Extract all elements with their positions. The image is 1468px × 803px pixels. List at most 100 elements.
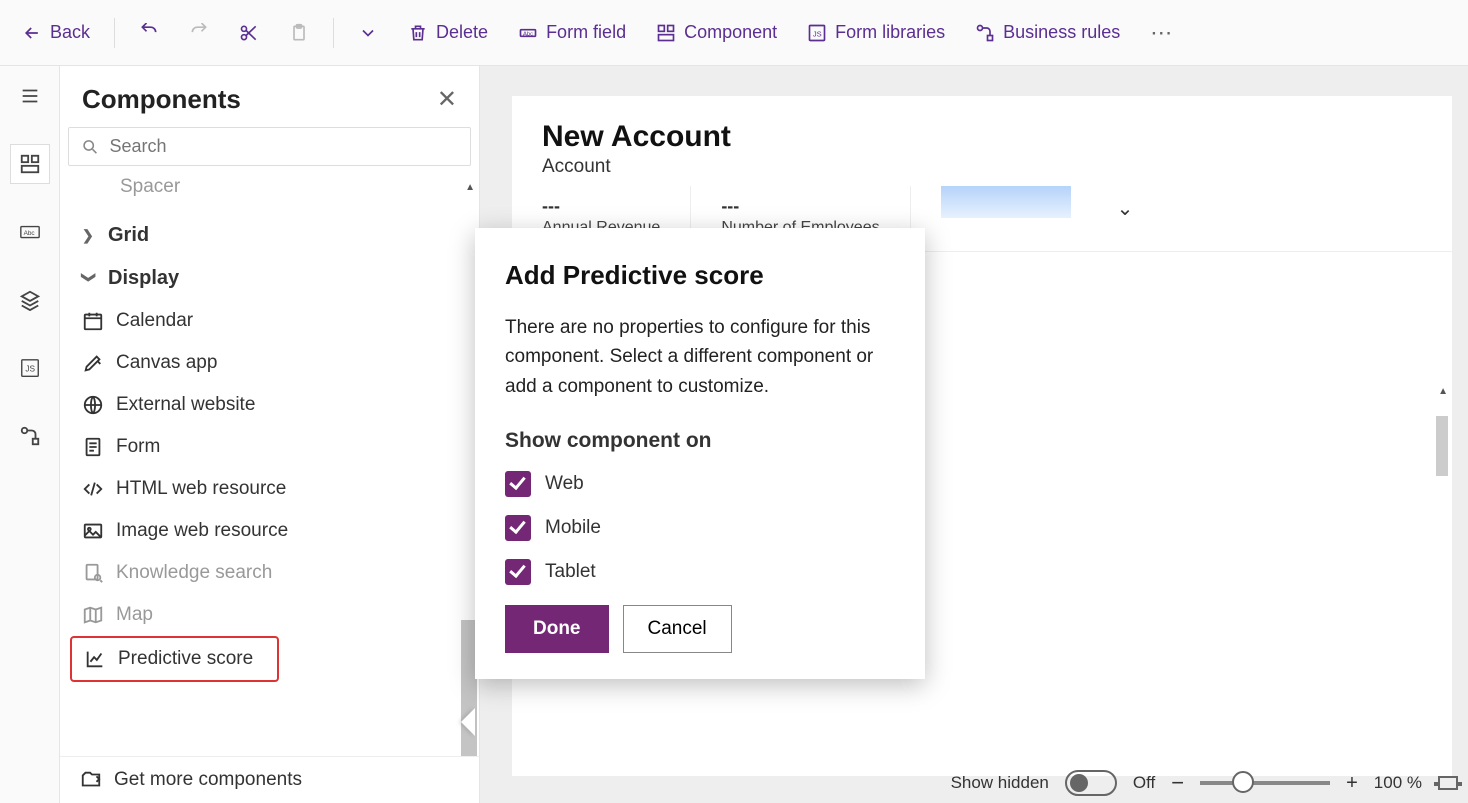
slider-thumb[interactable] xyxy=(1232,771,1254,793)
zoom-in-button[interactable]: + xyxy=(1346,772,1358,795)
chevron-down-icon: ❯ xyxy=(81,272,98,286)
panel-title: Components xyxy=(82,84,241,115)
js-icon: JS xyxy=(807,23,827,43)
business-rules-button[interactable]: Business rules xyxy=(963,14,1132,51)
rail-js[interactable]: JS xyxy=(10,348,50,388)
tree-item-spacer[interactable]: Spacer xyxy=(70,176,479,208)
svg-text:Abc: Abc xyxy=(23,230,35,237)
rail-components[interactable] xyxy=(10,144,50,184)
grid-icon xyxy=(19,153,41,175)
tree-group-grid[interactable]: ❯Grid xyxy=(70,214,479,257)
js-rail-icon: JS xyxy=(19,357,41,379)
toggle-state: Off xyxy=(1133,773,1155,793)
toolbar: Back Delete Abc Form field Component JS … xyxy=(0,0,1468,66)
component-label: Component xyxy=(684,22,777,43)
form-field-button[interactable]: Abc Form field xyxy=(506,14,638,51)
form-field-label: Form field xyxy=(546,22,626,43)
tree-item-external-website[interactable]: External website xyxy=(70,384,479,426)
calendar-icon xyxy=(82,310,104,332)
layers-icon xyxy=(19,289,41,311)
check-icon xyxy=(505,515,531,541)
image-icon xyxy=(82,520,104,542)
tree-item-knowledge[interactable]: Knowledge search xyxy=(70,552,479,594)
tree-item-predictive-score[interactable]: Predictive score xyxy=(70,636,279,682)
chart-icon xyxy=(84,648,106,670)
form-libraries-label: Form libraries xyxy=(835,22,945,43)
search-input[interactable] xyxy=(109,136,458,157)
delete-icon xyxy=(408,23,428,43)
pencil-icon xyxy=(82,352,104,374)
zoom-out-button[interactable]: − xyxy=(1171,770,1184,796)
dialog-section-title: Show component on xyxy=(505,429,895,453)
zoom-slider[interactable] xyxy=(1200,781,1330,785)
abc-icon: Abc xyxy=(19,221,41,243)
scroll-up-icon[interactable]: ▲ xyxy=(1438,386,1448,397)
svg-text:JS: JS xyxy=(25,365,35,374)
business-rules-label: Business rules xyxy=(1003,22,1120,43)
back-button[interactable]: Back xyxy=(10,14,102,51)
add-predictive-score-dialog: Add Predictive score There are no proper… xyxy=(475,228,925,679)
undo-button[interactable] xyxy=(127,15,171,51)
done-button[interactable]: Done xyxy=(505,605,609,653)
tree-item-map[interactable]: Map xyxy=(70,594,479,636)
tree-item-form[interactable]: Form xyxy=(70,426,479,468)
code-icon xyxy=(82,478,104,500)
field-value: --- xyxy=(721,196,879,217)
rail-flow[interactable] xyxy=(10,416,50,456)
globe-icon xyxy=(82,394,104,416)
delete-button[interactable]: Delete xyxy=(396,14,500,51)
undo-icon xyxy=(139,23,159,43)
form-scrollbar[interactable] xyxy=(1436,416,1448,476)
dropdown-button[interactable] xyxy=(346,15,390,51)
separator xyxy=(114,18,115,48)
hamburger-icon xyxy=(19,85,41,107)
component-icon xyxy=(656,23,676,43)
get-more-components[interactable]: Get more components xyxy=(60,756,479,803)
rail-menu[interactable] xyxy=(10,76,50,116)
components-tree[interactable]: ▲ Spacer ❯Grid ❯Display Calendar Canvas … xyxy=(60,176,479,756)
zoom-level: 100 % xyxy=(1374,773,1422,793)
dialog-title: Add Predictive score xyxy=(505,260,895,291)
search-box[interactable] xyxy=(68,127,471,166)
svg-text:Abc: Abc xyxy=(523,31,533,37)
tree-group-display[interactable]: ❯Display xyxy=(70,257,479,300)
more-button[interactable]: ⋯ xyxy=(1138,20,1184,46)
field-value: --- xyxy=(542,196,660,217)
fit-screen-icon[interactable] xyxy=(1438,776,1458,790)
toggle-knob xyxy=(1070,774,1088,792)
tree-item-canvas-app[interactable]: Canvas app xyxy=(70,342,479,384)
search-icon xyxy=(81,137,99,157)
paste-button[interactable] xyxy=(277,15,321,51)
checkbox-mobile[interactable]: Mobile xyxy=(505,515,895,541)
form-field-icon: Abc xyxy=(518,23,538,43)
clipboard-icon xyxy=(289,23,309,43)
form-libraries-button[interactable]: JS Form libraries xyxy=(795,14,957,51)
check-icon xyxy=(505,471,531,497)
component-button[interactable]: Component xyxy=(644,14,789,51)
redo-icon xyxy=(189,23,209,43)
check-icon xyxy=(505,559,531,585)
show-hidden-toggle[interactable] xyxy=(1065,770,1117,796)
flow-icon xyxy=(975,23,995,43)
tree-item-image[interactable]: Image web resource xyxy=(70,510,479,552)
tree-item-calendar[interactable]: Calendar xyxy=(70,300,479,342)
tree-item-html[interactable]: HTML web resource xyxy=(70,468,479,510)
flow-rail-icon xyxy=(19,425,41,447)
chevron-right-icon: ❯ xyxy=(82,227,96,244)
show-hidden-label: Show hidden xyxy=(951,773,1049,793)
form-title: New Account xyxy=(542,120,1422,154)
cut-button[interactable] xyxy=(227,15,271,51)
expand-chevron[interactable]: ⌄ xyxy=(1101,186,1150,251)
dialog-description: There are no properties to configure for… xyxy=(505,313,895,401)
rail-abc[interactable]: Abc xyxy=(10,212,50,252)
selected-field[interactable] xyxy=(941,186,1071,218)
checkbox-web[interactable]: Web xyxy=(505,471,895,497)
checkbox-tablet[interactable]: Tablet xyxy=(505,559,895,585)
redo-button[interactable] xyxy=(177,15,221,51)
delete-label: Delete xyxy=(436,22,488,43)
close-panel-button[interactable]: ✕ xyxy=(437,85,457,114)
cancel-button[interactable]: Cancel xyxy=(623,605,732,653)
rail-layers[interactable] xyxy=(10,280,50,320)
back-arrow-icon xyxy=(22,23,42,43)
map-icon xyxy=(82,604,104,626)
